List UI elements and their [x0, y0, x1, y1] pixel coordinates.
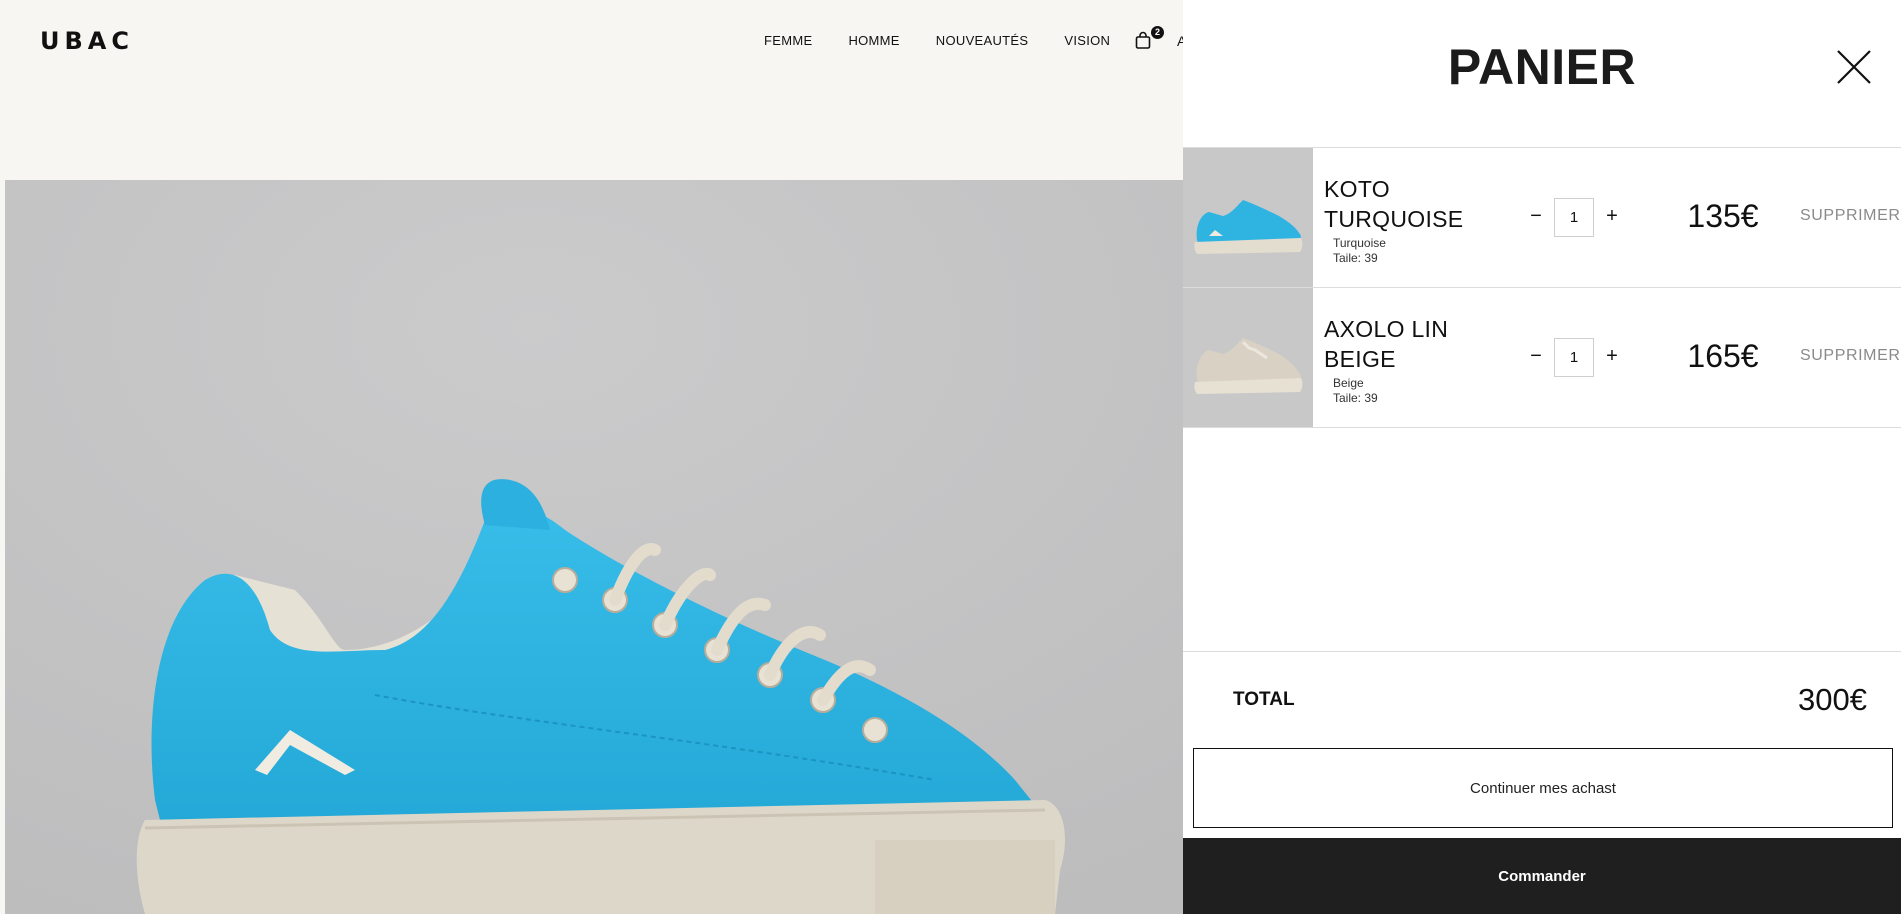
- beige-sneaker-thumbnail: [1183, 288, 1313, 427]
- cart-item-price: 135€: [1687, 198, 1759, 234]
- nav-link-nouveautes[interactable]: NOUVEAUTÉS: [936, 33, 1029, 48]
- cart-item: AXOLO LIN BEIGE Beige Taile: 39 − + 165€…: [1183, 288, 1901, 427]
- quantity-increase-button[interactable]: +: [1600, 203, 1624, 229]
- cart-item-color: Turquoise: [1333, 236, 1386, 250]
- cart-item-size: Taile: 39: [1333, 391, 1378, 405]
- total-value: 300€: [1798, 682, 1867, 717]
- cart-item-thumbnail[interactable]: [1183, 288, 1313, 427]
- close-icon: [1837, 50, 1871, 84]
- cart-item-details: Turquoise Taile: 39: [1333, 236, 1386, 266]
- cart-item-color: Beige: [1333, 376, 1364, 390]
- quantity-decrease-button[interactable]: −: [1524, 343, 1548, 369]
- nav-link-homme[interactable]: HOMME: [848, 33, 899, 48]
- cart-item-price: 165€: [1687, 338, 1759, 374]
- turquoise-sneaker-thumbnail: [1183, 148, 1313, 287]
- divider: [1183, 651, 1901, 652]
- nav-link-femme[interactable]: FEMME: [764, 33, 812, 48]
- hero-product-image: [5, 180, 1183, 914]
- nav-link-vision[interactable]: VISION: [1064, 33, 1110, 48]
- continue-shopping-button[interactable]: Continuer mes achast: [1193, 748, 1893, 828]
- cart-title: PANIER: [1447, 39, 1637, 95]
- cart-item: KOTO TURQUOISE Turquoise Taile: 39 − + 1…: [1183, 148, 1901, 287]
- cart-item-size: Taile: 39: [1333, 251, 1378, 265]
- close-cart-button[interactable]: [1834, 47, 1874, 87]
- cart-item-details: Beige Taile: 39: [1333, 376, 1378, 406]
- quantity-input[interactable]: [1554, 338, 1594, 377]
- cart-drawer: PANIER KOTO TURQUOISE Turquoise Taile: 3…: [1183, 0, 1901, 914]
- checkout-button[interactable]: Commander: [1183, 838, 1901, 914]
- main-nav: FEMME HOMME NOUVEAUTÉS VISION: [764, 33, 1110, 48]
- brand-logo[interactable]: UBAC: [40, 27, 134, 55]
- quantity-decrease-button[interactable]: −: [1524, 203, 1548, 229]
- remove-item-button[interactable]: SUPPRIMER: [1800, 207, 1901, 225]
- turquoise-sneaker-image: [5, 180, 1183, 914]
- divider: [1183, 427, 1901, 428]
- cart-bag-button[interactable]: 2: [1135, 26, 1164, 53]
- remove-item-button[interactable]: SUPPRIMER: [1800, 347, 1901, 365]
- cart-item-thumbnail[interactable]: [1183, 148, 1313, 287]
- total-label: TOTAL: [1233, 689, 1295, 710]
- quantity-increase-button[interactable]: +: [1600, 343, 1624, 369]
- cart-item-name[interactable]: KOTO TURQUOISE: [1324, 174, 1484, 234]
- quantity-input[interactable]: [1554, 198, 1594, 237]
- cart-item-name[interactable]: AXOLO LIN BEIGE: [1324, 314, 1484, 374]
- cart-count-badge: 2: [1151, 26, 1164, 39]
- site-header: UBAC FEMME HOMME NOUVEAUTÉS VISION 2 A: [0, 0, 1186, 180]
